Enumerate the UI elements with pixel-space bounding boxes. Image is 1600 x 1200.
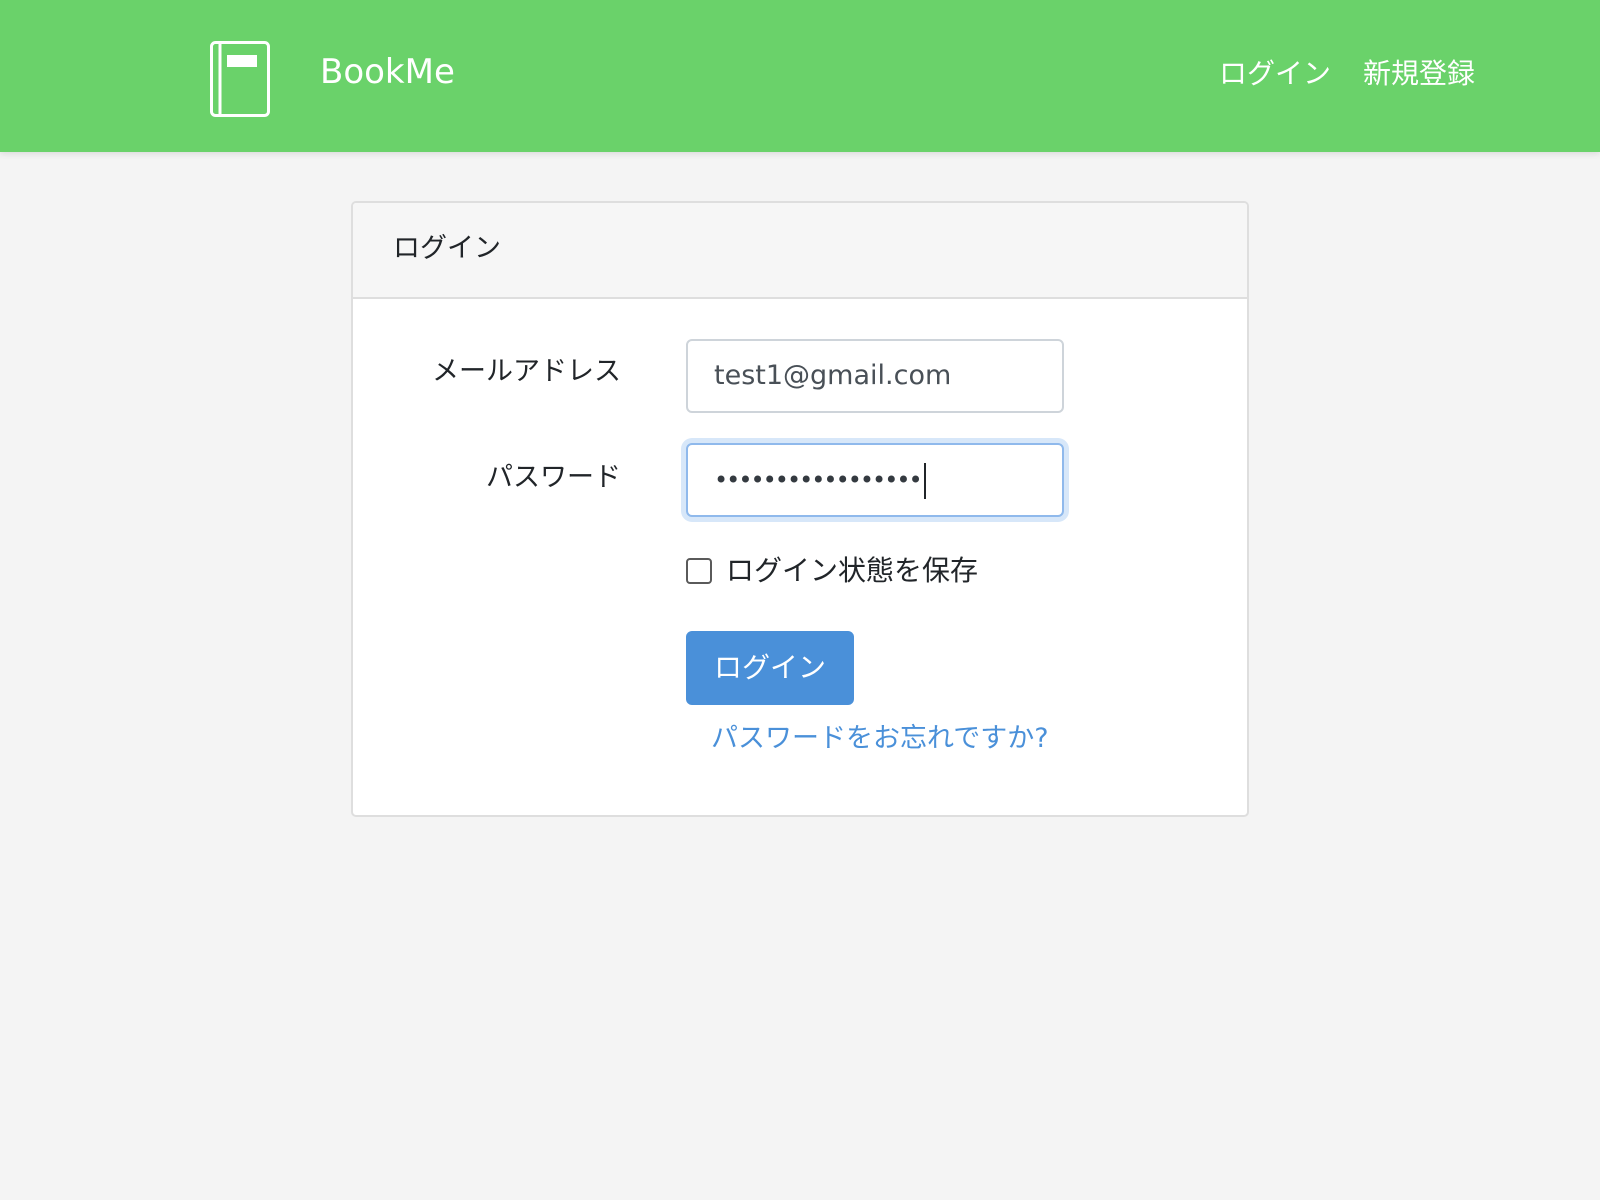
nav-register-link[interactable]: 新規登録 [1363, 52, 1475, 96]
nav-login-link[interactable]: ログイン [1219, 52, 1331, 96]
password-field[interactable]: ••••••••••••••••• [686, 443, 1064, 517]
password-value: ••••••••••••••••• [714, 466, 923, 494]
email-label: メールアドレス [432, 356, 621, 387]
forgot-password-link[interactable]: パスワードをお忘れですか? [711, 719, 1049, 759]
email-field[interactable]: test1@gmail.com [686, 339, 1064, 413]
card-header: ログイン [353, 203, 1247, 299]
text-caret [923, 463, 926, 499]
nav-links: ログイン 新規登録 [1219, 52, 1475, 96]
brand-name[interactable]: BookMe [320, 50, 455, 94]
remember-me-checkbox[interactable] [686, 558, 712, 584]
password-label: パスワード [486, 462, 621, 493]
login-card: ログイン メールアドレス test1@gmail.com パスワード •••••… [351, 201, 1249, 817]
book-icon[interactable] [210, 41, 270, 117]
email-value: test1@gmail.com [714, 360, 952, 391]
remember-me-row: ログイン状態を保存 [686, 551, 978, 591]
card-title: ログイン [393, 233, 501, 264]
login-button[interactable]: ログイン [686, 631, 854, 705]
remember-me-label[interactable]: ログイン状態を保存 [726, 551, 978, 591]
top-navbar: BookMe ログイン 新規登録 [0, 0, 1600, 152]
